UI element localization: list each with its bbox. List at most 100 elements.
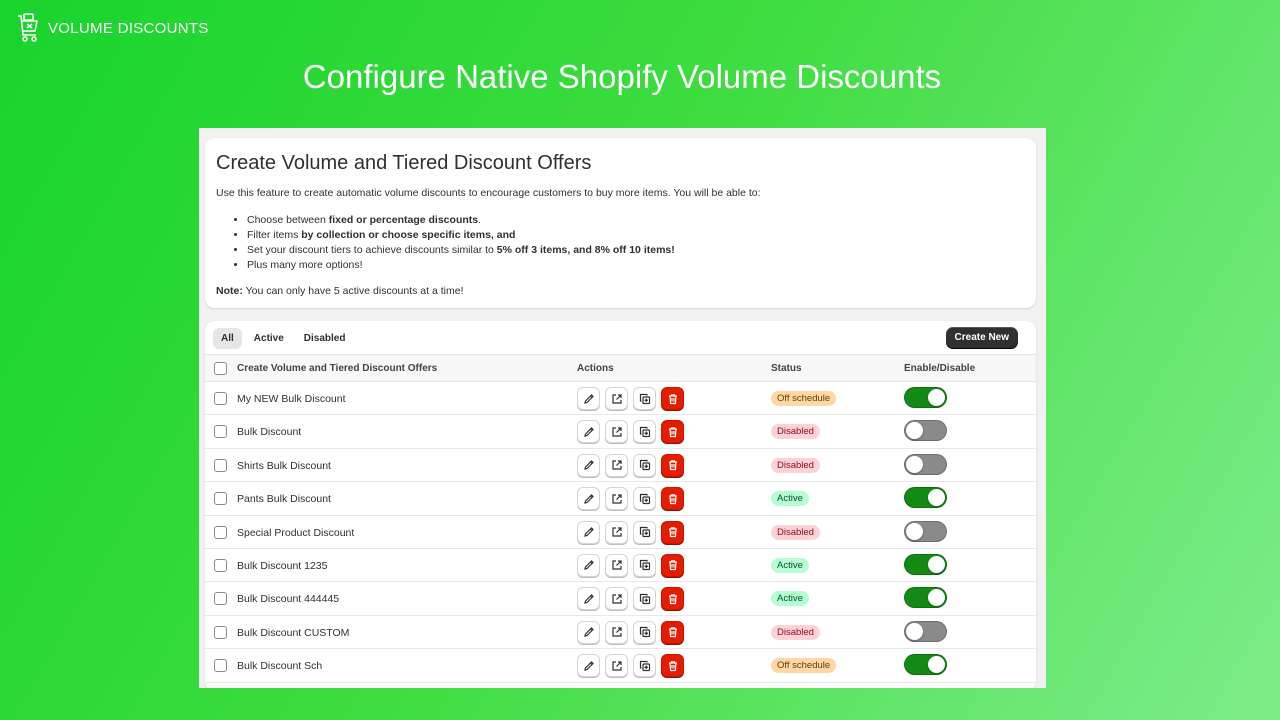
create-new-button[interactable]: Create New	[945, 327, 1018, 348]
external-link-icon[interactable]	[605, 420, 628, 444]
row-checkbox[interactable]	[214, 592, 227, 606]
toggle-knob	[906, 622, 923, 640]
discount-name[interactable]: Special Product Discount	[237, 527, 354, 539]
duplicate-icon[interactable]	[633, 654, 656, 678]
row-checkbox[interactable]	[214, 425, 227, 439]
duplicate-icon[interactable]	[633, 487, 656, 511]
delete-trash-icon[interactable]	[661, 520, 684, 544]
table-row: Shirts Bulk Discount Disabled	[205, 449, 1036, 483]
intro-card: Create Volume and Tiered Discount Offers…	[205, 138, 1036, 308]
row-checkbox[interactable]	[214, 558, 227, 572]
toggle-knob	[928, 389, 945, 406]
delete-trash-icon[interactable]	[661, 487, 684, 511]
delete-trash-icon[interactable]	[661, 453, 684, 477]
external-link-icon[interactable]	[605, 487, 628, 511]
tab-disabled[interactable]: Disabled	[296, 328, 354, 349]
edit-pencil-icon[interactable]	[577, 654, 600, 678]
tab-all[interactable]: All	[213, 328, 242, 349]
external-link-icon[interactable]	[605, 520, 628, 544]
enable-toggle[interactable]	[904, 387, 947, 408]
external-link-icon[interactable]	[605, 620, 628, 644]
feature-list: Choose between fixed or percentage disco…	[247, 213, 1025, 273]
delete-trash-icon[interactable]	[661, 587, 684, 611]
duplicate-icon[interactable]	[633, 553, 656, 577]
edit-pencil-icon[interactable]	[577, 587, 600, 611]
app-frame: Create Volume and Tiered Discount Offers…	[199, 128, 1046, 688]
discount-name[interactable]: Bulk Discount CUSTOM	[237, 627, 349, 639]
edit-pencil-icon[interactable]	[577, 387, 600, 410]
delete-trash-icon[interactable]	[661, 387, 684, 410]
hero-title: Configure Native Shopify Volume Discount…	[302, 58, 942, 95]
column-header-toggle: Enable/Disable	[904, 363, 976, 374]
row-checkbox[interactable]	[214, 392, 227, 405]
discount-name[interactable]: Bulk Discount Sch	[237, 660, 322, 672]
enable-toggle[interactable]	[904, 520, 947, 542]
enable-toggle[interactable]	[904, 553, 947, 575]
discount-name[interactable]: Bulk Discount 444445	[237, 593, 339, 605]
note: Note: You can only have 5 active discoun…	[216, 285, 464, 297]
discount-name[interactable]: Shirts Bulk Discount	[237, 460, 331, 472]
duplicate-icon[interactable]	[633, 420, 656, 444]
edit-pencil-icon[interactable]	[577, 453, 600, 477]
enable-toggle[interactable]	[904, 654, 947, 676]
row-checkbox[interactable]	[214, 525, 227, 539]
discount-name[interactable]: Bulk Discount 1235	[237, 560, 327, 572]
select-all-checkbox[interactable]	[214, 362, 227, 375]
duplicate-icon[interactable]	[633, 520, 656, 544]
column-header-name: Create Volume and Tiered Discount Offers	[237, 363, 438, 374]
tab-active[interactable]: Active	[246, 328, 292, 349]
table-row: Bulk Discount 1235 Active	[205, 549, 1036, 583]
row-actions	[577, 654, 684, 678]
table-row: Bulk Discount CUSTOM Disabled	[205, 616, 1036, 650]
delete-trash-icon[interactable]	[661, 654, 684, 678]
delete-trash-icon[interactable]	[661, 620, 684, 644]
feature-item: Set your discount tiers to achieve disco…	[247, 243, 1025, 258]
row-checkbox[interactable]	[214, 458, 227, 472]
edit-pencil-icon[interactable]	[577, 620, 600, 644]
duplicate-icon[interactable]	[633, 387, 656, 410]
row-checkbox[interactable]	[214, 625, 227, 639]
row-actions	[577, 453, 684, 477]
row-actions	[577, 487, 684, 511]
discount-name[interactable]: My NEW Bulk Discount	[237, 393, 346, 405]
discount-name[interactable]: Pants Bulk Discount	[237, 493, 331, 505]
duplicate-icon[interactable]	[633, 453, 656, 477]
row-checkbox[interactable]	[214, 492, 227, 506]
enable-toggle[interactable]	[904, 620, 947, 642]
delete-trash-icon[interactable]	[661, 420, 684, 444]
row-actions	[577, 553, 684, 577]
edit-pencil-icon[interactable]	[577, 487, 600, 511]
shopping-bag-cart-icon	[18, 13, 38, 42]
column-header-actions: Actions	[577, 363, 614, 374]
brand-name: VOLUME DISCOUNTS	[48, 19, 209, 37]
delete-trash-icon[interactable]	[661, 553, 684, 577]
table-body: My NEW Bulk Discount Off schedule Bulk D…	[205, 382, 1036, 683]
toggle-knob	[906, 522, 923, 540]
enable-toggle[interactable]	[904, 587, 947, 609]
row-actions	[577, 587, 684, 611]
feature-item: Plus many more options!	[247, 258, 1025, 273]
table-row: Bulk Discount 444445 Active	[205, 582, 1036, 616]
discount-name[interactable]: Bulk Discount	[237, 426, 301, 438]
external-link-icon[interactable]	[605, 587, 628, 611]
external-link-icon[interactable]	[605, 387, 628, 410]
edit-pencil-icon[interactable]	[577, 553, 600, 577]
row-actions	[577, 620, 684, 644]
status-badge: Active	[771, 557, 809, 573]
status-badge: Off schedule	[771, 658, 837, 674]
edit-pencil-icon[interactable]	[577, 520, 600, 544]
enable-toggle[interactable]	[904, 487, 947, 509]
table-row: Bulk Discount Disabled	[205, 415, 1036, 449]
external-link-icon[interactable]	[605, 453, 628, 477]
enable-toggle[interactable]	[904, 420, 947, 442]
enable-toggle[interactable]	[904, 453, 947, 475]
duplicate-icon[interactable]	[633, 620, 656, 644]
duplicate-icon[interactable]	[633, 587, 656, 611]
external-link-icon[interactable]	[605, 654, 628, 678]
filter-tabs: All Active Disabled	[213, 328, 353, 349]
external-link-icon[interactable]	[605, 553, 628, 577]
toggle-knob	[928, 656, 945, 674]
status-badge: Disabled	[771, 424, 820, 440]
edit-pencil-icon[interactable]	[577, 420, 600, 444]
row-checkbox[interactable]	[214, 659, 227, 673]
